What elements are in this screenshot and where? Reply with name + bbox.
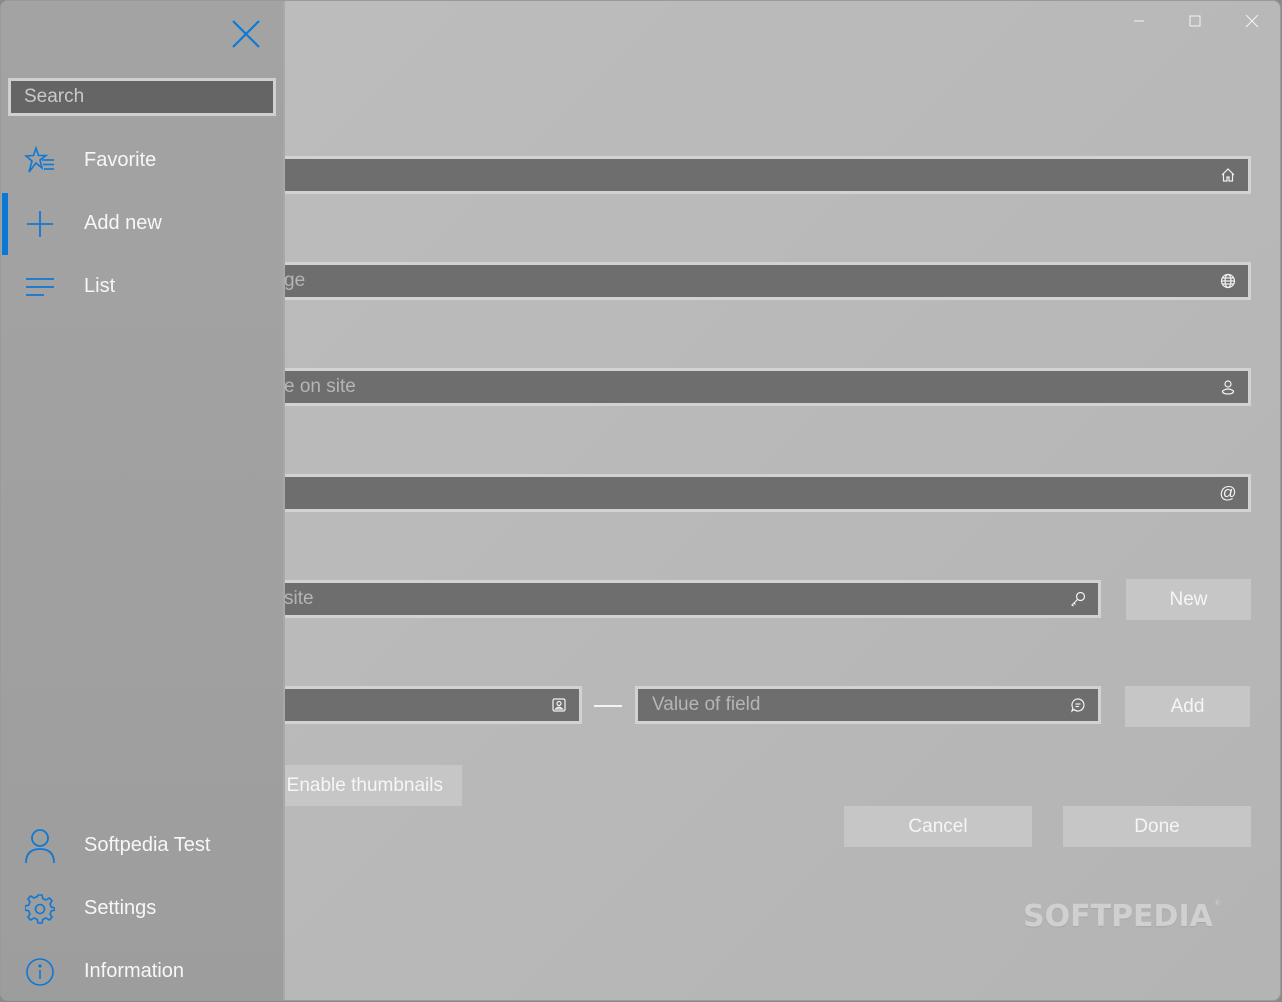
list-icon [23, 270, 57, 304]
nav-item-label: Softpedia Test [84, 834, 211, 856]
nav-item-add-new[interactable]: Add new [1, 192, 283, 255]
favorite-star-list-icon [23, 144, 57, 178]
user-icon [1218, 377, 1238, 397]
password-field[interactable] [241, 580, 1101, 618]
comment-icon [1068, 695, 1088, 715]
gear-icon [23, 892, 57, 926]
nav-item-label: Information [84, 960, 185, 982]
nav-item-settings[interactable]: Settings [1, 877, 283, 940]
close-window-button[interactable] [1224, 1, 1280, 41]
website-field[interactable] [241, 262, 1251, 300]
softpedia-watermark: SOFTPEDIA® [1023, 899, 1222, 934]
search-input[interactable] [11, 85, 271, 109]
contact-card-icon [549, 695, 569, 715]
add-field-button[interactable]: Add [1125, 686, 1250, 727]
navigation-pane: Favorite Add new List Softpedia Test Set [1, 1, 283, 1000]
close-pane-button[interactable] [229, 17, 263, 51]
nav-item-label: Favorite [84, 149, 157, 171]
maximize-icon [1189, 15, 1201, 27]
nav-item-account[interactable]: Softpedia Test [1, 814, 283, 877]
nav-item-label: Add new [84, 212, 162, 234]
done-button[interactable]: Done [1063, 806, 1251, 847]
home-icon [1218, 165, 1238, 185]
search-box[interactable] [8, 78, 276, 116]
key-icon [1068, 589, 1088, 609]
maximize-button[interactable] [1167, 1, 1223, 41]
app-window: @ New Add Enable thumbnails Cancel Done … [0, 0, 1281, 1001]
watermark-text: SOFTPEDIA [1023, 899, 1213, 934]
website-input[interactable] [244, 265, 1218, 297]
title-input[interactable] [244, 159, 1218, 191]
nav-item-favorite[interactable]: Favorite [1, 129, 283, 192]
close-icon [1245, 14, 1259, 28]
minimize-icon [1134, 20, 1144, 22]
nav-item-list[interactable]: List [1, 255, 283, 318]
password-input[interactable] [244, 583, 1068, 615]
nav-item-label: Settings [84, 897, 157, 919]
title-field[interactable] [241, 156, 1251, 194]
nav-item-label: List [84, 275, 116, 297]
close-icon [232, 20, 260, 48]
plus-icon [23, 207, 57, 241]
custom-field-value-input[interactable] [638, 689, 1068, 721]
at-sign-icon: @ [1219, 483, 1237, 502]
email-input[interactable] [244, 477, 1218, 509]
nav-item-information[interactable]: Information [1, 940, 283, 1000]
new-password-button[interactable]: New [1126, 579, 1251, 620]
email-field[interactable]: @ [241, 474, 1251, 512]
custom-field-name-input[interactable] [244, 689, 549, 721]
cancel-button[interactable]: Cancel [844, 806, 1032, 847]
info-icon [23, 955, 57, 989]
custom-field-value[interactable] [635, 686, 1101, 724]
field-separator [594, 705, 622, 707]
custom-field-name[interactable] [241, 686, 582, 724]
user-icon [23, 828, 57, 863]
watermark-registered-mark: ® [1212, 899, 1222, 909]
username-field[interactable] [241, 368, 1251, 406]
username-input[interactable] [244, 371, 1218, 403]
minimize-button[interactable] [1111, 1, 1167, 41]
globe-icon [1218, 271, 1238, 291]
